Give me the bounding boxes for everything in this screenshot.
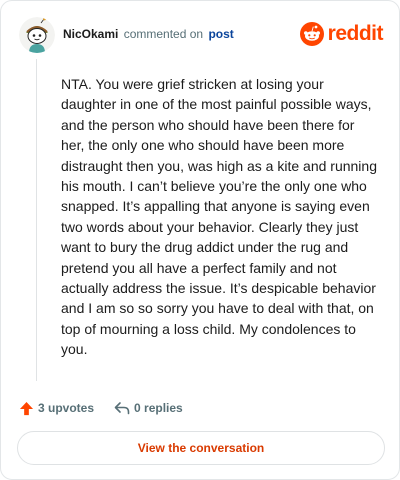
reddit-wordmark: reddit <box>327 22 384 45</box>
comment-byline: NicOkami commented on post <box>63 27 234 41</box>
comment-body: NTA. You were grief stricken at losing y… <box>61 76 377 358</box>
upvote-button[interactable]: 3 upvotes <box>19 401 94 416</box>
upvote-count: 3 upvotes <box>38 401 95 415</box>
comment-embed-card: NicOkami commented on post reddit NTA. Y… <box>0 0 400 480</box>
comment-actions: 3 upvotes 0 replies <box>19 397 183 419</box>
snoo-avatar-icon[interactable] <box>19 17 55 53</box>
view-conversation-button[interactable]: View the conversation <box>17 431 385 465</box>
username-link[interactable]: NicOkami <box>63 27 118 41</box>
post-link[interactable]: post <box>208 27 233 41</box>
reddit-logo[interactable]: reddit <box>299 21 384 47</box>
reply-arrow-icon <box>114 402 130 415</box>
thread-line <box>36 59 37 381</box>
reddit-logo-icon <box>299 22 324 46</box>
upvote-arrow-icon <box>19 401 34 415</box>
commented-on-text: commented on <box>123 27 204 41</box>
reply-button[interactable]: 0 replies <box>114 401 183 415</box>
comment-header: NicOkami commented on post reddit <box>15 15 385 55</box>
reply-count: 0 replies <box>134 401 183 415</box>
